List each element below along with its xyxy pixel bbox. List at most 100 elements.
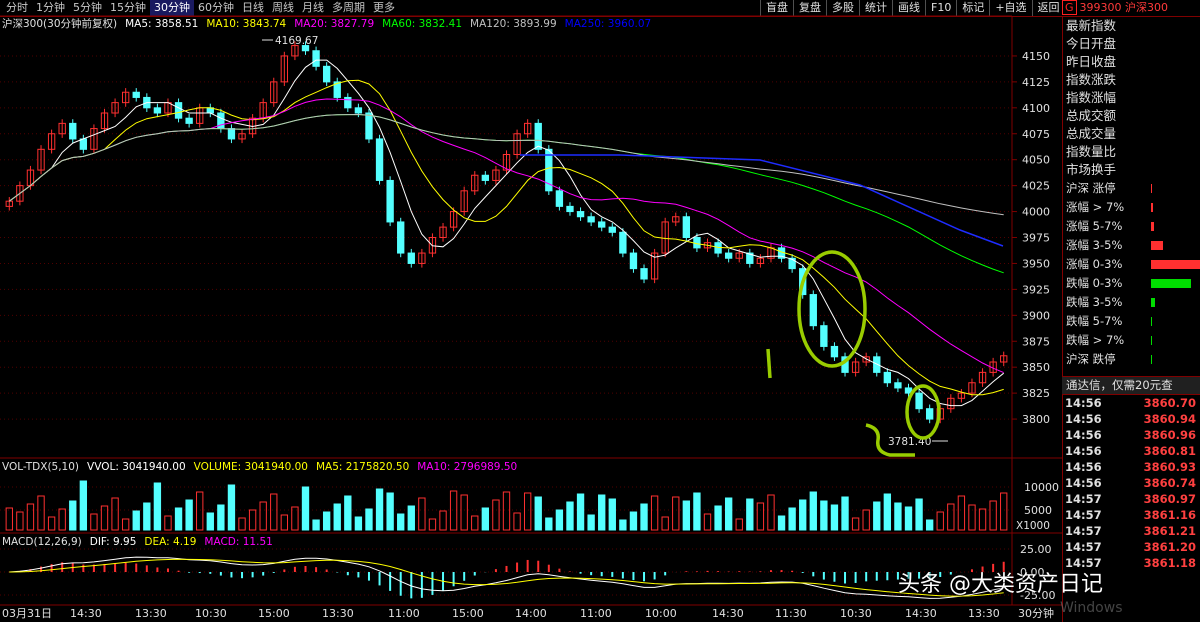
price-tick-label: 4100 <box>1022 102 1050 115</box>
macd-tick-label: 25.00 <box>1020 543 1052 556</box>
candle <box>270 77 278 107</box>
price-tick-label: 4125 <box>1022 76 1050 89</box>
tick-price: 3860.74 <box>1143 476 1196 490</box>
breadth-row: 跌幅 0-3% <box>1063 274 1200 293</box>
tick-row: 14:57 3861.16 <box>1062 507 1200 523</box>
volume-bar <box>280 514 289 531</box>
candle <box>947 394 955 413</box>
os-watermark: Windows <box>1060 600 1123 616</box>
indicator-value: DIF: 9.95 <box>89 536 137 548</box>
volume-bar <box>196 491 204 531</box>
period-label: 30分钟 <box>1018 606 1054 620</box>
volume-bar <box>90 513 98 531</box>
volume-bar <box>904 506 913 531</box>
candle <box>513 129 521 159</box>
volume-bar <box>915 498 923 531</box>
breadth-label: 涨幅 3-5% <box>1066 238 1123 252</box>
candle <box>851 357 860 377</box>
volume-bar <box>418 497 426 531</box>
volume-bar <box>312 519 320 531</box>
candle <box>830 342 839 361</box>
volume-bar <box>587 514 595 531</box>
volume-bar <box>206 512 214 531</box>
ma-line <box>9 113 1004 274</box>
candle <box>449 207 458 232</box>
breadth-row: 沪深 跌停 <box>1063 350 1200 369</box>
breadth-bar <box>1151 298 1155 307</box>
chart-canvas[interactable]: 4150 4125 4100 4075 4050 4025 4000 3975 3950 3925… <box>0 0 1062 622</box>
volume-bar <box>164 515 172 531</box>
volume-bar <box>132 510 140 531</box>
volume-bar <box>640 503 648 531</box>
breadth-label: 涨幅 5-7% <box>1066 219 1123 233</box>
indicator-value: MA5: 2175820.50 <box>315 461 410 473</box>
candle <box>661 217 669 258</box>
time-tick-label: 03月31日 <box>2 607 52 620</box>
candle <box>121 88 130 107</box>
price-tick-label: 3925 <box>1022 283 1050 296</box>
tick-price: 3861.16 <box>1143 508 1196 522</box>
volume-bar <box>26 503 35 531</box>
tick-list: 14:56 3860.70 14:56 3860.94 14:56 3860.96 14:5… <box>1062 395 1200 571</box>
ad-banner[interactable]: 通达信，仅需20元查 <box>1062 376 1200 395</box>
tick-price: 3860.81 <box>1143 444 1196 458</box>
volume-bar <box>492 499 500 531</box>
breadth-row: 跌幅 5-7% <box>1063 312 1200 331</box>
time-tick-label: 11:00 <box>580 607 612 620</box>
volume-bar <box>925 519 934 531</box>
price-tick-label: 3975 <box>1022 232 1050 245</box>
field-label: 昨日收盘 <box>1066 54 1117 69</box>
field-label: 指数涨幅 <box>1066 90 1117 105</box>
volume-header: VOL-TDX(5,10) VVOL: 3041940.00 VOLUME: 304… <box>2 460 533 474</box>
price-tick-label: 4050 <box>1022 154 1050 167</box>
dea-line <box>9 558 1004 597</box>
volume-bar <box>735 518 743 531</box>
volume-bar <box>270 493 278 531</box>
volume-bar <box>566 501 574 531</box>
volume-bar <box>682 500 691 531</box>
time-tick-label: 14:30 <box>70 607 102 620</box>
volume-bar <box>37 495 45 531</box>
volume-bar <box>365 508 373 531</box>
candle <box>640 264 648 284</box>
volume-bar <box>714 505 722 531</box>
tick-price: 3861.18 <box>1143 556 1196 570</box>
time-tick-label: 15:00 <box>452 607 484 620</box>
watermark: 头条 @大类资产日记 <box>898 572 1103 597</box>
candle <box>820 321 828 351</box>
candle <box>132 88 140 102</box>
volume-bar <box>354 516 363 531</box>
volume-bar <box>333 503 341 531</box>
time-tick-label: 10:30 <box>195 607 227 620</box>
price-tick-label: 4025 <box>1022 180 1050 193</box>
breadth-bar <box>1151 241 1163 250</box>
breadth-row: 跌幅 > 7% <box>1063 331 1200 350</box>
candle <box>788 254 796 273</box>
volume-bar <box>555 509 564 531</box>
volume-bar <box>841 496 849 531</box>
volume-bar <box>820 500 828 531</box>
time-tick-label: 10:30 <box>840 607 872 620</box>
volume-bar <box>481 507 490 531</box>
breadth-bar <box>1151 222 1154 231</box>
price-tick-label: 3850 <box>1022 361 1050 374</box>
candle <box>196 103 204 128</box>
tick-row: 14:56 3860.93 <box>1062 459 1200 475</box>
volume-bar <box>69 500 77 531</box>
field-label: 市场换手 <box>1066 162 1117 177</box>
volume-bar <box>111 497 119 531</box>
code-badge: G <box>1062 0 1077 15</box>
volume-bar <box>5 507 13 531</box>
candle <box>767 243 775 263</box>
indicator-value: MACD: 11.51 <box>204 536 273 548</box>
candle <box>386 176 394 227</box>
time-tick-label: 11:00 <box>388 607 420 620</box>
volume-bar <box>386 492 394 531</box>
indicator-value: MA10: 2796989.50 <box>417 461 518 473</box>
volume-bar <box>661 516 669 531</box>
tick-row: 14:56 3860.70 <box>1062 395 1200 411</box>
breadth-bar <box>1151 317 1152 326</box>
candle <box>481 171 490 185</box>
tick-time: 14:56 <box>1065 396 1102 410</box>
breadth-row: 涨幅 > 7% <box>1063 198 1200 217</box>
